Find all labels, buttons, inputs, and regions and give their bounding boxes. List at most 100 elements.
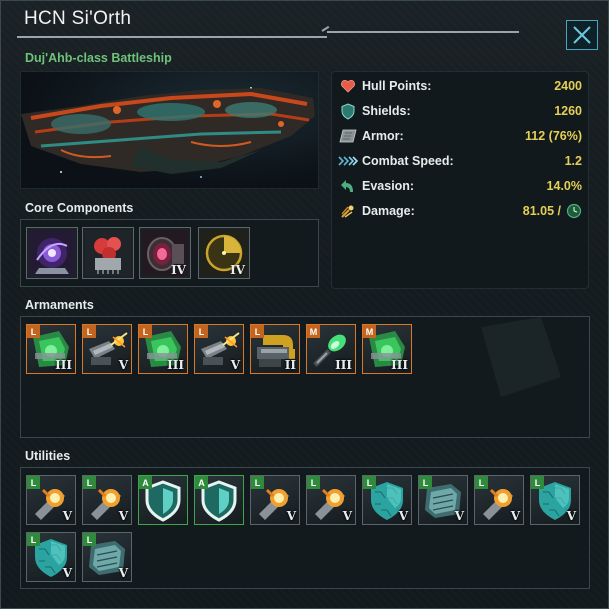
tier-label: V <box>62 566 72 580</box>
armament-slot[interactable]: M III <box>306 324 356 374</box>
tier-label: IV <box>230 263 245 277</box>
stats-panel: Hull Points: 2400 Shields: 1260 Armor: 1… <box>331 71 589 289</box>
stat-shields: Shields: 1260 <box>338 101 582 121</box>
stat-value: 1260 <box>554 104 582 118</box>
size-badge: L <box>531 476 544 489</box>
shield-icon <box>338 102 358 120</box>
title-divider-right <box>327 31 519 33</box>
size-badge: A <box>139 476 152 489</box>
utility-slot[interactable]: L V <box>82 532 132 582</box>
stat-value: 1.2 <box>564 154 582 168</box>
armament-slot[interactable]: L III <box>138 324 188 374</box>
armament-slot[interactable]: L V <box>82 324 132 374</box>
size-badge: L <box>83 533 96 546</box>
ship-class: Duj'Ahb-class Battleship <box>25 51 172 65</box>
size-badge: L <box>195 325 208 338</box>
armament-slot[interactable]: L II <box>250 324 300 374</box>
size-badge: L <box>139 325 152 338</box>
tier-label: V <box>118 358 128 372</box>
armament-slot[interactable]: L V <box>194 324 244 374</box>
core-slot-reactor[interactable] <box>26 227 78 279</box>
ship-image <box>20 71 319 189</box>
utility-slot[interactable]: L V <box>82 475 132 525</box>
core-components-label: Core Components <box>25 201 134 215</box>
utility-slot[interactable]: L V <box>530 475 580 525</box>
tier-label: V <box>566 509 576 523</box>
window-title: HCN Si'Orth <box>24 8 132 29</box>
armament-slot[interactable]: L III <box>26 324 76 374</box>
size-badge: L <box>27 533 40 546</box>
tier-label: V <box>230 358 240 372</box>
title-divider <box>17 36 327 38</box>
size-badge: L <box>27 325 40 338</box>
tier-label: IV <box>171 263 186 277</box>
evasion-icon <box>338 177 358 195</box>
core-slot-computer[interactable] <box>82 227 134 279</box>
core-slot-thruster[interactable]: IV <box>139 227 191 279</box>
stat-label: Hull Points: <box>362 79 432 93</box>
size-badge: L <box>475 476 488 489</box>
tier-label: V <box>286 509 296 523</box>
stat-value: 81.05 / <box>523 203 582 219</box>
stat-label: Evasion: <box>362 179 415 193</box>
stat-value: 14.0% <box>546 179 582 193</box>
utility-slot[interactable]: A <box>138 475 188 525</box>
size-badge: M <box>363 325 376 338</box>
size-badge: L <box>307 476 320 489</box>
size-badge: L <box>83 325 96 338</box>
tier-label: III <box>55 358 72 372</box>
tier-label: V <box>398 509 408 523</box>
utility-slot[interactable]: L V <box>306 475 356 525</box>
size-badge: M <box>307 325 320 338</box>
armaments-label: Armaments <box>25 298 94 312</box>
tier-label: III <box>391 358 408 372</box>
damage-value: 81.05 / <box>522 204 561 218</box>
tier-label: V <box>118 509 128 523</box>
stat-damage: Damage: 81.05 / <box>338 201 582 221</box>
tier-label: V <box>118 566 128 580</box>
core-slot-sensor[interactable]: IV <box>198 227 250 279</box>
stat-label: Damage: <box>362 204 415 218</box>
armament-slot[interactable]: M III <box>362 324 412 374</box>
stat-value: 2400 <box>554 79 582 93</box>
reactor-icon <box>29 230 75 276</box>
damage-icon <box>338 202 358 220</box>
stat-label: Shields: <box>362 104 411 118</box>
background-decoration <box>481 317 561 397</box>
tier-label: V <box>454 509 464 523</box>
stat-label: Armor: <box>362 129 404 143</box>
ship-details-window: HCN Si'Orth Duj'Ahb-class Battleship Hul… <box>0 0 609 609</box>
computer-icon <box>85 230 131 276</box>
size-badge: L <box>27 476 40 489</box>
size-badge: L <box>419 476 432 489</box>
utility-slot[interactable]: L V <box>418 475 468 525</box>
cooldown-clock-icon <box>566 203 582 219</box>
size-badge: L <box>251 476 264 489</box>
utility-slot[interactable]: L V <box>26 475 76 525</box>
size-badge: L <box>83 476 96 489</box>
heart-icon <box>338 77 358 95</box>
utility-slot[interactable]: L V <box>474 475 524 525</box>
tier-label: II <box>284 358 296 372</box>
tier-label: III <box>167 358 184 372</box>
utility-slot[interactable]: A <box>194 475 244 525</box>
core-components-panel: IV IV <box>20 219 319 287</box>
tier-label: III <box>335 358 352 372</box>
close-icon <box>573 26 591 44</box>
size-badge: L <box>363 476 376 489</box>
tier-label: V <box>342 509 352 523</box>
stat-value: 112 (76%) <box>525 129 582 143</box>
utility-slot[interactable]: L V <box>250 475 300 525</box>
tier-label: V <box>62 509 72 523</box>
tier-label: V <box>510 509 520 523</box>
speed-icon <box>338 152 358 170</box>
utilities-label: Utilities <box>25 449 71 463</box>
stat-combat-speed: Combat Speed: 1.2 <box>338 151 582 171</box>
utility-slot[interactable]: L V <box>362 475 412 525</box>
stat-label: Combat Speed: <box>362 154 454 168</box>
size-badge: A <box>195 476 208 489</box>
close-button[interactable] <box>566 20 598 50</box>
stat-hull-points: Hull Points: 2400 <box>338 76 582 96</box>
stat-evasion: Evasion: 14.0% <box>338 176 582 196</box>
utility-slot[interactable]: L V <box>26 532 76 582</box>
